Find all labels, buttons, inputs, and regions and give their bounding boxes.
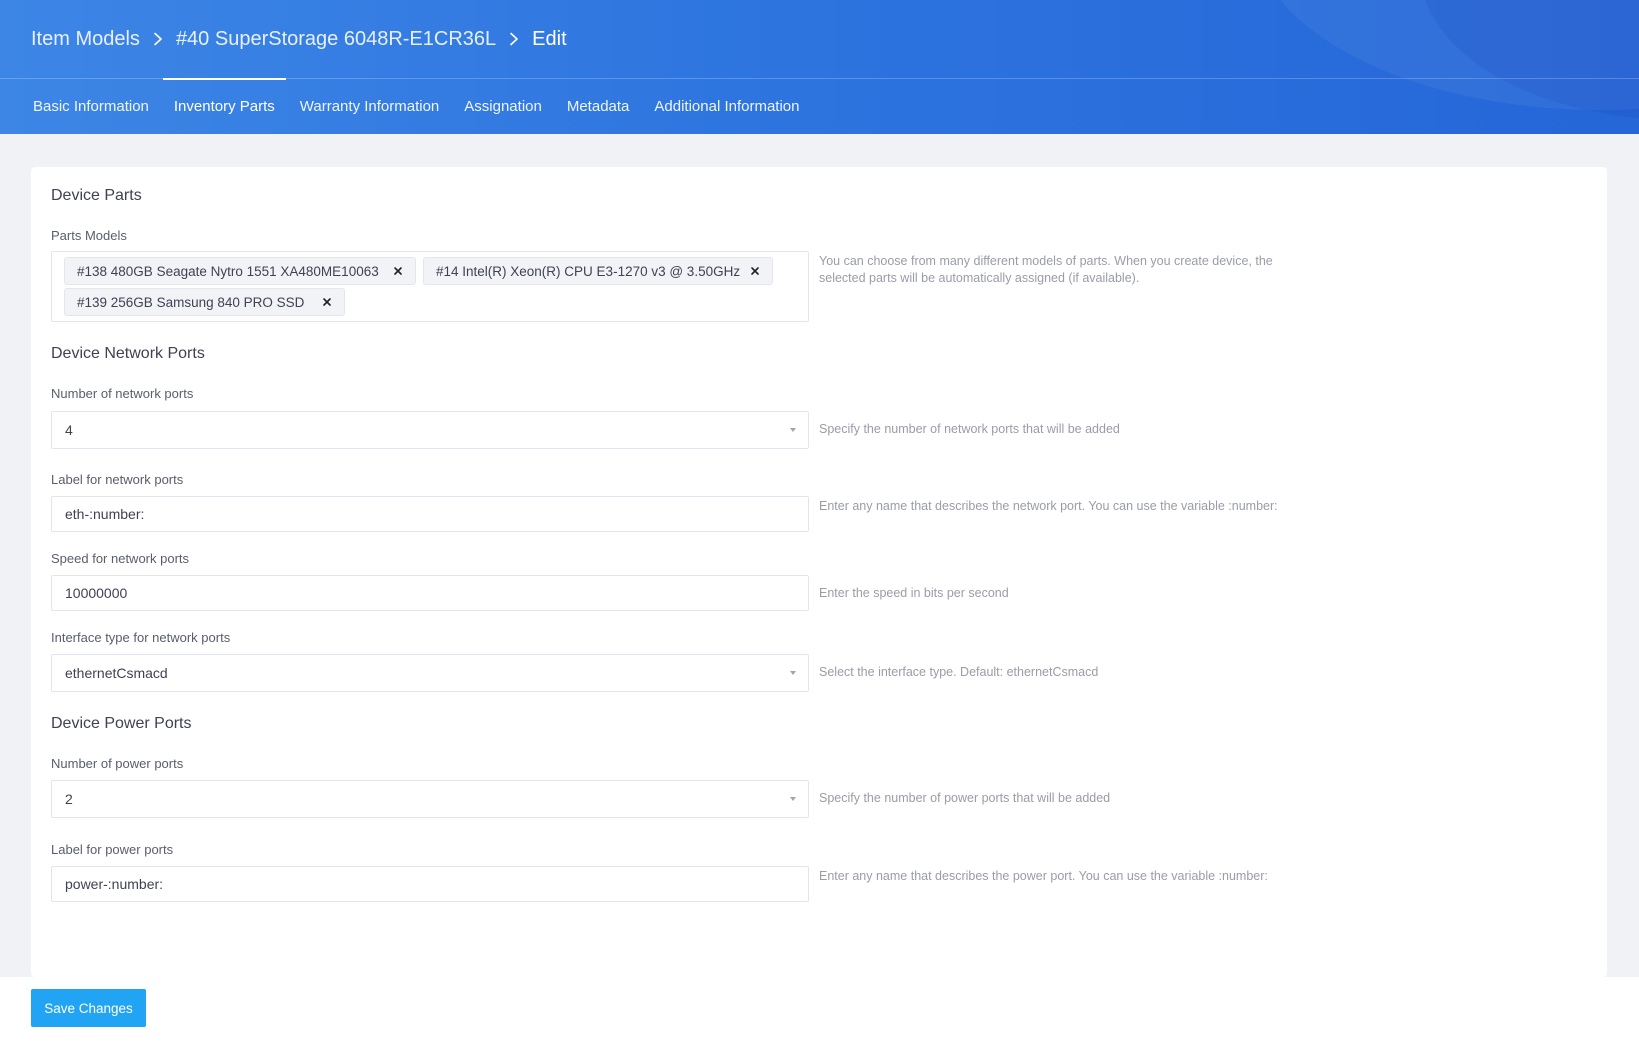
part-tag-label: #14 Intel(R) Xeon(R) CPU E3-1270 v3 @ 3.…	[436, 263, 741, 279]
tab-additional-information[interactable]: Additional Information	[654, 78, 799, 134]
tab-warranty-information[interactable]: Warranty Information	[300, 78, 440, 134]
network-ports-number-help: Specify the number of network ports that…	[819, 422, 1120, 436]
tab-label: Warranty Information	[299, 97, 440, 115]
dropdown-caret-icon	[790, 797, 796, 801]
dropdown-caret-icon	[790, 428, 796, 432]
form-footer: Save Changes	[0, 977, 1639, 1043]
close-icon[interactable]	[391, 264, 405, 278]
power-ports-number-select[interactable]: 2	[51, 780, 809, 818]
breadcrumb: Item Models #40 SuperStorage 6048R-E1CR3…	[31, 24, 567, 54]
network-ports-number-value: 4	[65, 422, 73, 438]
network-ports-speed-input[interactable]: 10000000	[51, 575, 809, 611]
section-title-network-ports: Device Network Ports	[51, 345, 205, 362]
parts-models-help: You can choose from many different model…	[819, 254, 1273, 285]
power-ports-number-value: 2	[65, 791, 73, 807]
part-tag: #14 Intel(R) Xeon(R) CPU E3-1270 v3 @ 3.…	[423, 257, 773, 285]
breadcrumb-item-models[interactable]: Item Models	[31, 28, 140, 51]
page-header: Item Models #40 SuperStorage 6048R-E1CR3…	[0, 0, 1639, 134]
network-ports-interface-select[interactable]: ethernetCsmacd	[51, 654, 809, 692]
tab-label: Basic Information	[33, 97, 149, 115]
tab-assignation[interactable]: Assignation	[464, 78, 542, 134]
tab-basic-information[interactable]: Basic Information	[33, 78, 149, 134]
power-ports-label-input[interactable]: power-:number:	[51, 866, 809, 902]
breadcrumb-item-model[interactable]: #40 SuperStorage 6048R-E1CR36L	[176, 28, 496, 51]
power-ports-number-label: Number of power ports	[51, 756, 184, 771]
part-tag: #139 256GB Samsung 840 PRO SSD	[64, 288, 345, 316]
network-ports-number-label: Number of network ports	[51, 386, 194, 401]
part-tag-label: #138 480GB Seagate Nytro 1551 XA480ME100…	[77, 263, 379, 279]
chevron-right-icon	[140, 32, 176, 46]
power-ports-label-help: Enter any name that describes the power …	[819, 869, 1268, 883]
tab-label: Metadata	[566, 97, 630, 115]
section-title-power-ports: Device Power Ports	[51, 715, 192, 732]
network-ports-speed-help: Enter the speed in bits per second	[819, 586, 1009, 600]
save-changes-button[interactable]: Save Changes	[31, 989, 146, 1027]
tab-inventory-parts[interactable]: Inventory Parts	[162, 78, 286, 134]
part-tag: #138 480GB Seagate Nytro 1551 XA480ME100…	[64, 257, 416, 285]
network-ports-label-label: Label for network ports	[51, 472, 184, 487]
parts-models-label: Parts Models	[51, 228, 127, 243]
close-icon[interactable]	[320, 295, 334, 309]
part-tag-label: #139 256GB Samsung 840 PRO SSD	[77, 294, 305, 310]
tab-metadata[interactable]: Metadata	[567, 78, 630, 134]
parts-models-multiselect[interactable]: #138 480GB Seagate Nytro 1551 XA480ME100…	[51, 251, 809, 322]
network-ports-number-select[interactable]: 4	[51, 411, 809, 449]
tab-label: Assignation	[464, 97, 542, 115]
network-ports-speed-label: Speed for network ports	[51, 551, 190, 566]
form-card: Device Parts Parts Models #138 480GB Sea…	[31, 167, 1607, 977]
tab-label: Additional Information	[654, 97, 800, 115]
power-ports-label-value: power-:number:	[65, 876, 164, 892]
network-ports-interface-help: Select the interface type. Default: ethe…	[819, 665, 1099, 679]
network-ports-label-input[interactable]: eth-:number:	[51, 496, 809, 532]
dropdown-caret-icon	[790, 671, 796, 675]
network-ports-label-value: eth-:number:	[65, 506, 145, 522]
chevron-right-icon	[496, 32, 532, 46]
power-ports-label-label: Label for power ports	[51, 842, 174, 857]
tab-bar: Basic Information Inventory Parts Warran…	[33, 78, 824, 134]
close-icon[interactable]	[748, 264, 762, 278]
network-ports-label-help: Enter any name that describes the networ…	[819, 499, 1278, 513]
network-ports-interface-label: Interface type for network ports	[51, 630, 231, 645]
network-ports-speed-value: 10000000	[65, 585, 128, 601]
breadcrumb-item-edit: Edit	[532, 27, 567, 50]
tab-label: Inventory Parts	[173, 97, 275, 115]
power-ports-number-help: Specify the number of power ports that w…	[819, 791, 1111, 805]
section-title-device-parts: Device Parts	[51, 187, 142, 204]
network-ports-interface-value: ethernetCsmacd	[65, 665, 168, 681]
